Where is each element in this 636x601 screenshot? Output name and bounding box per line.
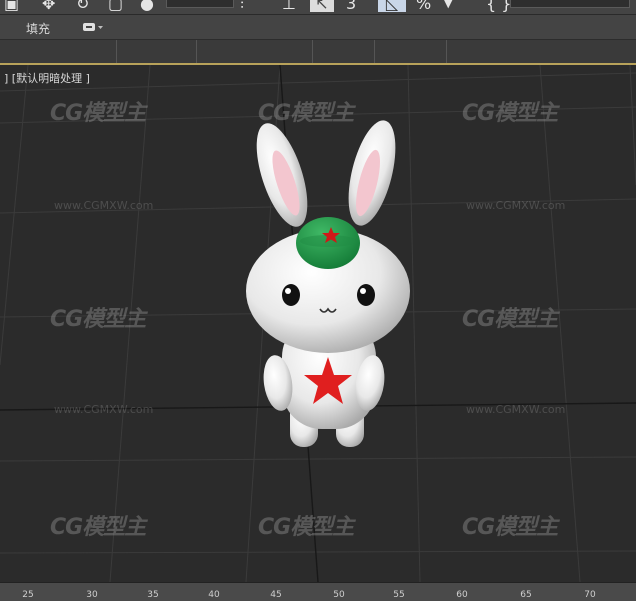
ruler-tick-label: 60	[456, 590, 468, 600]
rotate-icon[interactable]: ↻	[76, 0, 89, 12]
perspective-viewport[interactable]: ] [默认明暗处理 ] CG模型主 CG模型主 CG模型主 www.CGMXW.…	[0, 65, 636, 582]
snap-icon[interactable]: 3	[346, 0, 356, 12]
scale-icon[interactable]: ▢	[108, 0, 123, 12]
fill-label[interactable]: 填充	[26, 20, 50, 37]
ruler-tick-label: 55	[393, 590, 405, 600]
pin-icon[interactable]: ⊥	[282, 0, 296, 12]
circle-icon[interactable]: ●	[140, 0, 154, 12]
ruler-tick-label: 40	[208, 590, 220, 600]
left-eye	[282, 284, 300, 306]
ruler-tick-label: 30	[86, 590, 98, 600]
left-ear	[256, 123, 308, 227]
rabbit-model[interactable]	[0, 65, 636, 582]
ruler-tick-label: 45	[270, 590, 282, 600]
percent-snap-icon[interactable]: %	[416, 0, 431, 12]
ribbon-panel-strip	[0, 39, 636, 66]
reference-coord-dropdown[interactable]	[166, 0, 234, 8]
green-cap	[296, 217, 360, 269]
right-ear	[348, 120, 396, 226]
ruler-tick-label: 50	[333, 590, 345, 600]
move-icon[interactable]: ✥	[42, 0, 55, 12]
ruler-tick-label: 65	[520, 590, 532, 600]
pivot-icon[interactable]: ⫶	[240, 0, 244, 12]
curly-brace-icon[interactable]: { }	[486, 0, 511, 12]
named-selection-field[interactable]	[510, 0, 630, 8]
time-ruler[interactable]: 25 30 35 40 45 50 55 60 65 70	[0, 582, 636, 601]
ribbon-bar: 填充	[0, 15, 636, 39]
ruler-tick-label: 35	[147, 590, 159, 600]
right-eye	[357, 284, 375, 306]
select-icon[interactable]: ▣	[4, 0, 19, 12]
fill-dropdown-icon[interactable]	[82, 21, 104, 33]
dropdown-arrow-icon[interactable]: ▼	[444, 0, 452, 12]
ruler-tick-label: 25	[22, 590, 34, 600]
select-manipulate-icon[interactable]: ↖	[310, 0, 334, 12]
angle-snap-icon[interactable]: ◺	[378, 0, 406, 12]
ruler-tick-label: 70	[584, 590, 596, 600]
main-toolbar: ▣ ✥ ↻ ▢ ● ⫶ ⊥ ↖ 3 ◺ % ▼ { }	[0, 0, 636, 15]
